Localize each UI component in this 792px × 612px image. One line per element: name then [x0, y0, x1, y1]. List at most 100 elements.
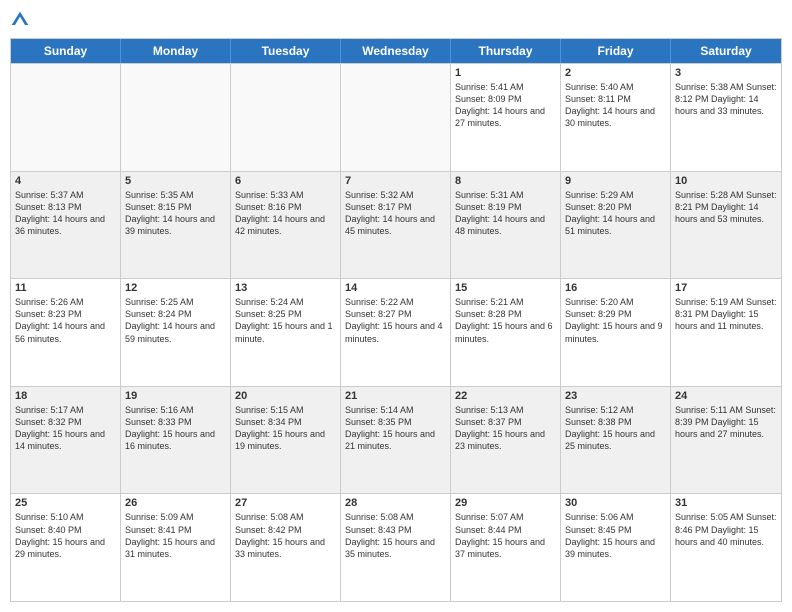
day-info: Sunrise: 5:19 AM Sunset: 8:31 PM Dayligh… [675, 296, 777, 332]
day-number: 1 [455, 67, 556, 79]
day-info: Sunrise: 5:10 AM Sunset: 8:40 PM Dayligh… [15, 511, 116, 560]
day-number: 18 [15, 390, 116, 402]
calendar-row-4: 18 Sunrise: 5:17 AM Sunset: 8:32 PM Dayli… [11, 386, 781, 494]
day-info: Sunrise: 5:11 AM Sunset: 8:39 PM Dayligh… [675, 404, 777, 440]
day-number: 31 [675, 497, 777, 509]
header [10, 10, 782, 30]
day-cell-22: 22 Sunrise: 5:13 AM Sunset: 8:37 PM Dayli… [451, 387, 561, 494]
day-number: 13 [235, 282, 336, 294]
day-header-friday: Friday [561, 39, 671, 63]
day-cell-3: 3 Sunrise: 5:38 AM Sunset: 8:12 PM Daylig… [671, 64, 781, 171]
day-info: Sunrise: 5:26 AM Sunset: 8:23 PM Dayligh… [15, 296, 116, 345]
day-cell-27: 27 Sunrise: 5:08 AM Sunset: 8:42 PM Dayli… [231, 494, 341, 601]
day-number: 6 [235, 175, 336, 187]
logo-icon [10, 10, 30, 30]
day-info: Sunrise: 5:31 AM Sunset: 8:19 PM Dayligh… [455, 189, 556, 238]
day-cell-20: 20Sunrise: 5:15 AM Sunset: 8:34 PM Dayli… [231, 387, 341, 494]
day-number: 4 [15, 175, 116, 187]
day-info: Sunrise: 5:41 AM Sunset: 8:09 PM Dayligh… [455, 81, 556, 130]
day-info: Sunrise: 5:28 AM Sunset: 8:21 PM Dayligh… [675, 189, 777, 225]
day-cell-6: 6 Sunrise: 5:33 AM Sunset: 8:16 PM Daylig… [231, 172, 341, 279]
day-info: Sunrise: 5:05 AM Sunset: 8:46 PM Dayligh… [675, 511, 777, 547]
logo [10, 10, 34, 30]
day-info: Sunrise: 5:13 AM Sunset: 8:37 PM Dayligh… [455, 404, 556, 453]
day-cell-15: 15 Sunrise: 5:21 AM Sunset: 8:28 PM Dayli… [451, 279, 561, 386]
day-cell-19: 19 Sunrise: 5:16 AM Sunset: 8:33 PM Dayli… [121, 387, 231, 494]
day-cell-8: 8 Sunrise: 5:31 AM Sunset: 8:19 PM Daylig… [451, 172, 561, 279]
day-number: 10 [675, 175, 777, 187]
page: SundayMondayTuesdayWednesdayThursdayFrid… [0, 0, 792, 612]
day-number: 28 [345, 497, 446, 509]
day-number: 7 [345, 175, 446, 187]
day-cell-11: 11 Sunrise: 5:26 AM Sunset: 8:23 PM Dayli… [11, 279, 121, 386]
day-cell-26: 26 Sunrise: 5:09 AM Sunset: 8:41 PM Dayli… [121, 494, 231, 601]
day-cell-24: 24Sunrise: 5:11 AM Sunset: 8:39 PM Dayli… [671, 387, 781, 494]
day-number: 14 [345, 282, 446, 294]
day-info: Sunrise: 5:20 AM Sunset: 8:29 PM Dayligh… [565, 296, 666, 345]
day-number: 19 [125, 390, 226, 402]
day-info: Sunrise: 5:06 AM Sunset: 8:45 PM Dayligh… [565, 511, 666, 560]
day-header-monday: Monday [121, 39, 231, 63]
day-number: 5 [125, 175, 226, 187]
day-cell-29: 29 Sunrise: 5:07 AM Sunset: 8:44 PM Dayli… [451, 494, 561, 601]
calendar-row-5: 25 Sunrise: 5:10 AM Sunset: 8:40 PM Dayli… [11, 493, 781, 601]
day-info: Sunrise: 5:08 AM Sunset: 8:42 PM Dayligh… [235, 511, 336, 560]
calendar-header: SundayMondayTuesdayWednesdayThursdayFrid… [11, 39, 781, 63]
day-info: Sunrise: 5:22 AM Sunset: 8:27 PM Dayligh… [345, 296, 446, 345]
day-cell-31: 31 Sunrise: 5:05 AM Sunset: 8:46 PM Dayli… [671, 494, 781, 601]
day-info: Sunrise: 5:29 AM Sunset: 8:20 PM Dayligh… [565, 189, 666, 238]
empty-cell-0-1 [121, 64, 231, 171]
day-info: Sunrise: 5:09 AM Sunset: 8:41 PM Dayligh… [125, 511, 226, 560]
day-info: Sunrise: 5:24 AM Sunset: 8:25 PM Dayligh… [235, 296, 336, 345]
day-cell-7: 7 Sunrise: 5:32 AM Sunset: 8:17 PM Daylig… [341, 172, 451, 279]
day-number: 26 [125, 497, 226, 509]
day-cell-14: 14 Sunrise: 5:22 AM Sunset: 8:27 PM Dayli… [341, 279, 451, 386]
day-info: Sunrise: 5:33 AM Sunset: 8:16 PM Dayligh… [235, 189, 336, 238]
day-number: 21 [345, 390, 446, 402]
day-info: Sunrise: 5:32 AM Sunset: 8:17 PM Dayligh… [345, 189, 446, 238]
day-number: 25 [15, 497, 116, 509]
day-number: 23 [565, 390, 666, 402]
day-info: Sunrise: 5:21 AM Sunset: 8:28 PM Dayligh… [455, 296, 556, 345]
calendar-row-2: 4 Sunrise: 5:37 AM Sunset: 8:13 PM Daylig… [11, 171, 781, 279]
day-cell-23: 23 Sunrise: 5:12 AM Sunset: 8:38 PM Dayli… [561, 387, 671, 494]
day-cell-2: 2Sunrise: 5:40 AM Sunset: 8:11 PM Daylig… [561, 64, 671, 171]
day-info: Sunrise: 5:38 AM Sunset: 8:12 PM Dayligh… [675, 81, 777, 117]
calendar-body: 1 Sunrise: 5:41 AM Sunset: 8:09 PM Daylig… [11, 63, 781, 601]
day-info: Sunrise: 5:37 AM Sunset: 8:13 PM Dayligh… [15, 189, 116, 238]
day-info: Sunrise: 5:35 AM Sunset: 8:15 PM Dayligh… [125, 189, 226, 238]
day-number: 11 [15, 282, 116, 294]
day-header-sunday: Sunday [11, 39, 121, 63]
day-header-tuesday: Tuesday [231, 39, 341, 63]
day-info: Sunrise: 5:07 AM Sunset: 8:44 PM Dayligh… [455, 511, 556, 560]
day-info: Sunrise: 5:12 AM Sunset: 8:38 PM Dayligh… [565, 404, 666, 453]
day-number: 3 [675, 67, 777, 79]
day-cell-9: 9 Sunrise: 5:29 AM Sunset: 8:20 PM Daylig… [561, 172, 671, 279]
day-info: Sunrise: 5:16 AM Sunset: 8:33 PM Dayligh… [125, 404, 226, 453]
day-header-saturday: Saturday [671, 39, 781, 63]
day-cell-30: 30Sunrise: 5:06 AM Sunset: 8:45 PM Dayli… [561, 494, 671, 601]
day-cell-25: 25 Sunrise: 5:10 AM Sunset: 8:40 PM Dayli… [11, 494, 121, 601]
day-cell-1: 1 Sunrise: 5:41 AM Sunset: 8:09 PM Daylig… [451, 64, 561, 171]
day-cell-5: 5 Sunrise: 5:35 AM Sunset: 8:15 PM Daylig… [121, 172, 231, 279]
day-number: 2 [565, 67, 666, 79]
day-number: 12 [125, 282, 226, 294]
day-cell-4: 4 Sunrise: 5:37 AM Sunset: 8:13 PM Daylig… [11, 172, 121, 279]
day-info: Sunrise: 5:14 AM Sunset: 8:35 PM Dayligh… [345, 404, 446, 453]
day-cell-16: 16Sunrise: 5:20 AM Sunset: 8:29 PM Dayli… [561, 279, 671, 386]
day-cell-12: 12Sunrise: 5:25 AM Sunset: 8:24 PM Dayli… [121, 279, 231, 386]
day-number: 8 [455, 175, 556, 187]
empty-cell-0-3 [341, 64, 451, 171]
day-number: 9 [565, 175, 666, 187]
day-cell-18: 18 Sunrise: 5:17 AM Sunset: 8:32 PM Dayli… [11, 387, 121, 494]
day-cell-28: 28Sunrise: 5:08 AM Sunset: 8:43 PM Dayli… [341, 494, 451, 601]
day-info: Sunrise: 5:17 AM Sunset: 8:32 PM Dayligh… [15, 404, 116, 453]
calendar-row-3: 11 Sunrise: 5:26 AM Sunset: 8:23 PM Dayli… [11, 278, 781, 386]
day-number: 15 [455, 282, 556, 294]
day-cell-21: 21 Sunrise: 5:14 AM Sunset: 8:35 PM Dayli… [341, 387, 451, 494]
day-number: 22 [455, 390, 556, 402]
day-cell-17: 17Sunrise: 5:19 AM Sunset: 8:31 PM Dayli… [671, 279, 781, 386]
day-number: 29 [455, 497, 556, 509]
day-cell-10: 10 Sunrise: 5:28 AM Sunset: 8:21 PM Dayli… [671, 172, 781, 279]
day-number: 27 [235, 497, 336, 509]
